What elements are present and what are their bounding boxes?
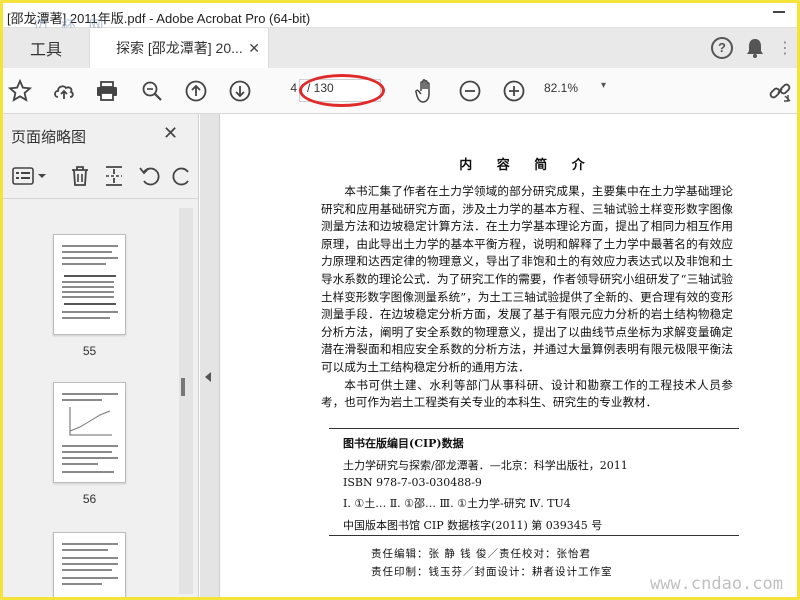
tab-tools[interactable]: 工具 — [3, 28, 89, 68]
tab-document-label: 探索 [邵龙潭著] 20... — [116, 40, 243, 56]
document-page: 内 容 简 介 本书汇集了作者在土力学领域的部分研究成果，主要集中在土力学基础理… — [321, 154, 733, 412]
rotate-clockwise-icon[interactable] — [169, 163, 195, 189]
thumbnail-page-57[interactable] — [53, 532, 126, 597]
panel-close-icon[interactable]: ✕ — [163, 123, 178, 144]
tab-document[interactable]: 探索 [邵龙潭著] 20... ✕ — [89, 28, 269, 68]
thumbnail-options-icon[interactable] — [9, 163, 49, 189]
notifications-bell-icon[interactable] — [745, 37, 765, 64]
doc-paragraph: 本书可供土建、水利等部门从事科研、设计和勘察工作的工程技术人员参考，也可作为岩土… — [321, 377, 733, 410]
collapse-panel-arrow-icon[interactable] — [205, 372, 211, 382]
zoom-in-icon[interactable] — [501, 78, 527, 104]
extract-page-icon[interactable] — [101, 163, 127, 189]
credits-line: 责任印制：钱玉芬／封面设计：耕者设计工作室 — [371, 566, 613, 578]
delete-page-icon[interactable] — [67, 163, 93, 189]
tab-bar: 工具 探索 [邵龙潭著] 20... ✕ ? ⋮ — [3, 28, 797, 68]
thumbnail-label: 56 — [82, 492, 97, 506]
cip-line: 土力学研究与探索/邵龙潭著．—北京：科学出版社，2011 — [343, 459, 628, 472]
title-bar: [邵龙潭著] 2011年版.pdf - Adobe Acrobat Pro (6… — [3, 3, 797, 35]
panel-splitter[interactable] — [200, 114, 220, 597]
cip-line: Ⅰ. ①土… Ⅱ. ①邵… Ⅲ. ①土力学-研究 Ⅳ. TU4 — [343, 497, 571, 510]
watermark-bottom: www.cndao.com — [649, 574, 783, 594]
cip-data-block: 图书在版编目(CIP)数据 土力学研究与探索/邵龙潭著．—北京：科学出版社，20… — [329, 428, 739, 536]
tab-close-icon[interactable]: ✕ — [248, 40, 260, 57]
main-toolbar: 4 / 130 82.1% ▾ — [3, 68, 797, 114]
panel-toolbar — [3, 158, 199, 194]
minimize-button[interactable] — [773, 11, 785, 13]
cip-line: 中国版本图书馆 CIP 数据核字(2011) 第 039345 号 — [343, 519, 603, 532]
previous-page-icon[interactable] — [183, 78, 209, 104]
zoom-caret-icon[interactable]: ▾ — [601, 80, 606, 91]
red-highlight-ellipse — [299, 74, 385, 107]
print-icon[interactable] — [94, 78, 120, 104]
help-icon[interactable]: ? — [711, 37, 733, 59]
scrollbar-thumb[interactable] — [181, 378, 185, 396]
document-view[interactable]: 内 容 简 介 本书汇集了作者在土力学领域的部分研究成果，主要集中在土力学基础理… — [221, 114, 797, 597]
overflow-menu-icon[interactable]: ⋮ — [777, 38, 793, 58]
next-page-icon[interactable] — [227, 78, 253, 104]
cip-header: 图书在版编目(CIP)数据 — [343, 437, 464, 450]
zoom-out-icon[interactable] — [457, 78, 483, 104]
credits-line: 责任编辑：张 静 钱 俊／责任校对：张怡君 — [371, 548, 592, 560]
doc-heading: 内 容 简 介 — [459, 158, 595, 173]
thumbnail-page-56[interactable] — [53, 382, 126, 483]
zoom-search-icon[interactable] — [139, 78, 165, 104]
acrobat-window: [邵龙潭著] 2011年版.pdf - Adobe Acrobat Pro (6… — [0, 0, 800, 600]
hand-tool-icon[interactable] — [413, 78, 439, 104]
thumbnail-label: 55 — [82, 344, 97, 358]
share-link-icon[interactable] — [767, 78, 793, 104]
thumbnail-scrollbar[interactable] — [179, 208, 193, 594]
cip-line: ISBN 978-7-03-030488-9 — [343, 476, 482, 489]
panel-title: 页面缩略图 — [11, 129, 87, 146]
panel-divider — [3, 198, 199, 199]
bookmark-star-icon[interactable] — [7, 78, 33, 104]
cloud-upload-icon[interactable] — [51, 78, 77, 104]
page-thumbnails-panel: 页面缩略图 ✕ 55 56 — [3, 114, 199, 597]
doc-paragraph: 本书汇集了作者在土力学领域的部分研究成果，主要集中在土力学基础理论研究和应用基础… — [321, 184, 733, 374]
current-page-number[interactable]: 4 — [275, 81, 297, 101]
thumbnail-page-55[interactable] — [53, 234, 126, 335]
rotate-counterclockwise-icon[interactable] — [137, 163, 163, 189]
